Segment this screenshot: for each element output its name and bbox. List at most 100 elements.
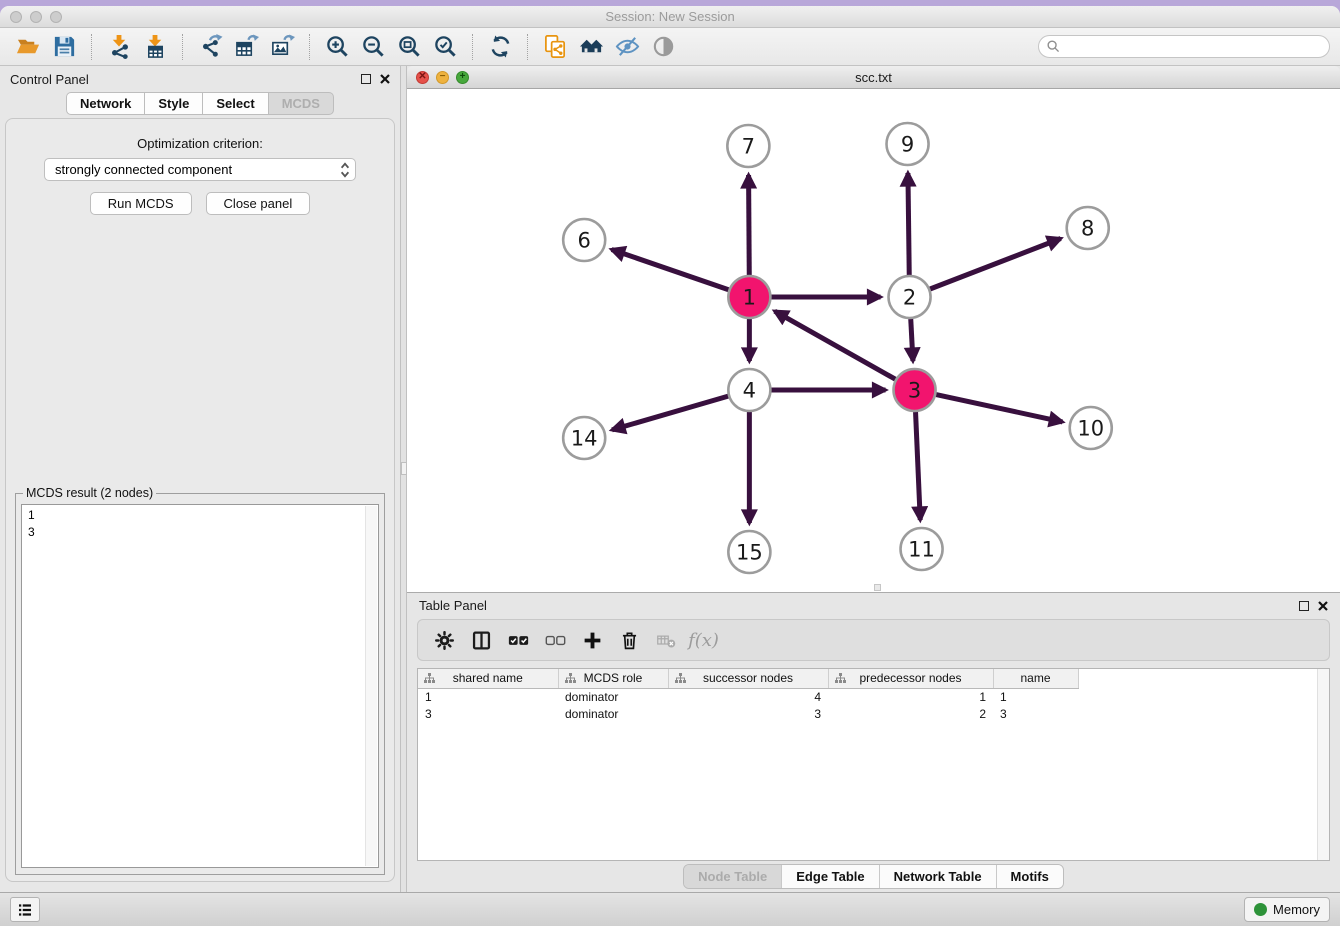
edge-3-11[interactable] — [916, 412, 921, 520]
edge-2-8[interactable] — [930, 239, 1061, 290]
tab-select[interactable]: Select — [203, 92, 268, 115]
export-network-button[interactable] — [192, 32, 228, 62]
zoom-fit-button[interactable] — [391, 32, 427, 62]
zoom-in-button[interactable] — [319, 32, 355, 62]
tab-style[interactable]: Style — [145, 92, 203, 115]
cell-name[interactable]: 3 — [993, 705, 1078, 722]
export-table-button[interactable] — [228, 32, 264, 62]
open-session-button[interactable] — [10, 32, 46, 62]
export-image-button[interactable] — [264, 32, 300, 62]
cell-name[interactable]: 1 — [993, 688, 1078, 705]
node-1[interactable]: 1 — [728, 276, 770, 318]
edge-2-9[interactable] — [908, 173, 909, 275]
cell-successor-nodes[interactable]: 4 — [668, 688, 828, 705]
result-scrollbar[interactable] — [365, 506, 377, 866]
toggle-view-button[interactable] — [645, 32, 681, 62]
table-tabs: Node Table Edge Table Network Table Moti… — [407, 861, 1340, 892]
tab-mcds[interactable]: MCDS — [269, 92, 334, 115]
node-9[interactable]: 9 — [887, 123, 929, 165]
network-graph[interactable]: 1 2 3 4 6 7 8 9 10 11 14 15 — [407, 89, 1340, 592]
close-panel-icon[interactable] — [380, 74, 390, 84]
cell-shared-name[interactable]: 3 — [418, 705, 558, 722]
show-columns-button[interactable] — [463, 623, 500, 657]
node-14[interactable]: 14 — [563, 417, 605, 459]
memory-label: Memory — [1273, 902, 1320, 917]
column-header-shared-name[interactable]: shared name — [418, 669, 558, 688]
window-titlebar: Session: New Session — [0, 6, 1340, 28]
zoom-selected-button[interactable] — [427, 32, 463, 62]
refresh-button[interactable] — [482, 32, 518, 62]
cell-shared-name[interactable]: 1 — [418, 688, 558, 705]
deselect-all-button[interactable] — [537, 623, 574, 657]
network-canvas[interactable]: 1 2 3 4 6 7 8 9 10 11 14 15 — [407, 89, 1340, 593]
network-minimize-button[interactable]: − — [436, 71, 449, 84]
task-history-button[interactable] — [10, 897, 40, 922]
network-overview-button[interactable] — [573, 32, 609, 62]
panel-resize-divider[interactable] — [400, 66, 407, 892]
column-header-predecessor-nodes[interactable]: predecessor nodes — [828, 669, 993, 688]
svg-text:3: 3 — [908, 378, 921, 403]
node-7[interactable]: 7 — [727, 125, 769, 167]
function-builder-button[interactable]: f(x) — [685, 623, 722, 657]
tab-network[interactable]: Network — [66, 92, 145, 115]
cell-mcds-role[interactable]: dominator — [558, 688, 668, 705]
tab-node-table[interactable]: Node Table — [684, 865, 781, 888]
edge-2-3[interactable] — [911, 319, 913, 361]
column-header-successor-nodes[interactable]: successor nodes — [668, 669, 828, 688]
table-row[interactable]: 1 dominator 4 1 1 — [418, 688, 1078, 705]
float-table-panel-icon[interactable] — [1299, 601, 1309, 611]
close-panel-button[interactable]: Close panel — [206, 192, 311, 215]
tab-motifs[interactable]: Motifs — [996, 865, 1063, 888]
hide-panels-button[interactable] — [609, 32, 645, 62]
edge-3-1[interactable] — [775, 311, 896, 379]
memory-button[interactable]: Memory — [1244, 897, 1330, 922]
node-2[interactable]: 2 — [889, 276, 931, 318]
save-session-button[interactable] — [46, 32, 82, 62]
chevron-up-down-icon — [339, 161, 351, 182]
search-input[interactable] — [1038, 35, 1330, 58]
trash-icon — [619, 630, 640, 651]
duplicate-network-button[interactable] — [537, 32, 573, 62]
float-panel-icon[interactable] — [361, 74, 371, 84]
cell-mcds-role[interactable]: dominator — [558, 705, 668, 722]
import-network-button[interactable] — [101, 32, 137, 62]
node-11[interactable]: 11 — [901, 528, 943, 570]
column-header-name[interactable]: name — [993, 669, 1078, 688]
network-maximize-button[interactable]: + — [456, 71, 469, 84]
plus-icon — [582, 630, 603, 651]
import-table-button[interactable] — [137, 32, 173, 62]
select-all-button[interactable] — [500, 623, 537, 657]
node-6[interactable]: 6 — [563, 219, 605, 261]
node-4[interactable]: 4 — [728, 369, 770, 411]
criterion-dropdown[interactable]: strongly connected component — [44, 158, 356, 181]
node-3[interactable]: 3 — [894, 369, 936, 411]
close-table-panel-icon[interactable] — [1318, 601, 1328, 611]
node-10[interactable]: 10 — [1070, 407, 1112, 449]
table-scrollbar[interactable] — [1317, 669, 1329, 860]
delete-table-button[interactable] — [648, 623, 685, 657]
edge-3-10[interactable] — [936, 395, 1062, 422]
network-close-button[interactable]: ✕ — [416, 71, 429, 84]
tab-network-table[interactable]: Network Table — [879, 865, 996, 888]
node-8[interactable]: 8 — [1067, 207, 1109, 249]
add-column-button[interactable] — [574, 623, 611, 657]
zoom-out-button[interactable] — [355, 32, 391, 62]
table-row[interactable]: 3 dominator 3 2 3 — [418, 705, 1078, 722]
edge-1-7[interactable] — [749, 175, 750, 275]
cell-predecessor-nodes[interactable]: 1 — [828, 688, 993, 705]
column-header-mcds-role[interactable]: MCDS role — [558, 669, 668, 688]
cell-successor-nodes[interactable]: 3 — [668, 705, 828, 722]
canvas-resize-handle[interactable] — [874, 584, 881, 591]
mcds-result-textarea[interactable]: 1 3 — [21, 504, 379, 868]
node-15[interactable]: 15 — [728, 531, 770, 573]
delete-column-button[interactable] — [611, 623, 648, 657]
tab-edge-table[interactable]: Edge Table — [781, 865, 878, 888]
status-bar: Memory — [0, 892, 1340, 926]
table-settings-button[interactable] — [426, 623, 463, 657]
import-table-icon — [143, 34, 168, 59]
node-table-container: shared name MCDS role successor nodes pr… — [417, 668, 1330, 861]
edge-1-6[interactable] — [612, 250, 729, 290]
edge-4-14[interactable] — [612, 396, 728, 430]
cell-predecessor-nodes[interactable]: 2 — [828, 705, 993, 722]
run-mcds-button[interactable]: Run MCDS — [90, 192, 192, 215]
